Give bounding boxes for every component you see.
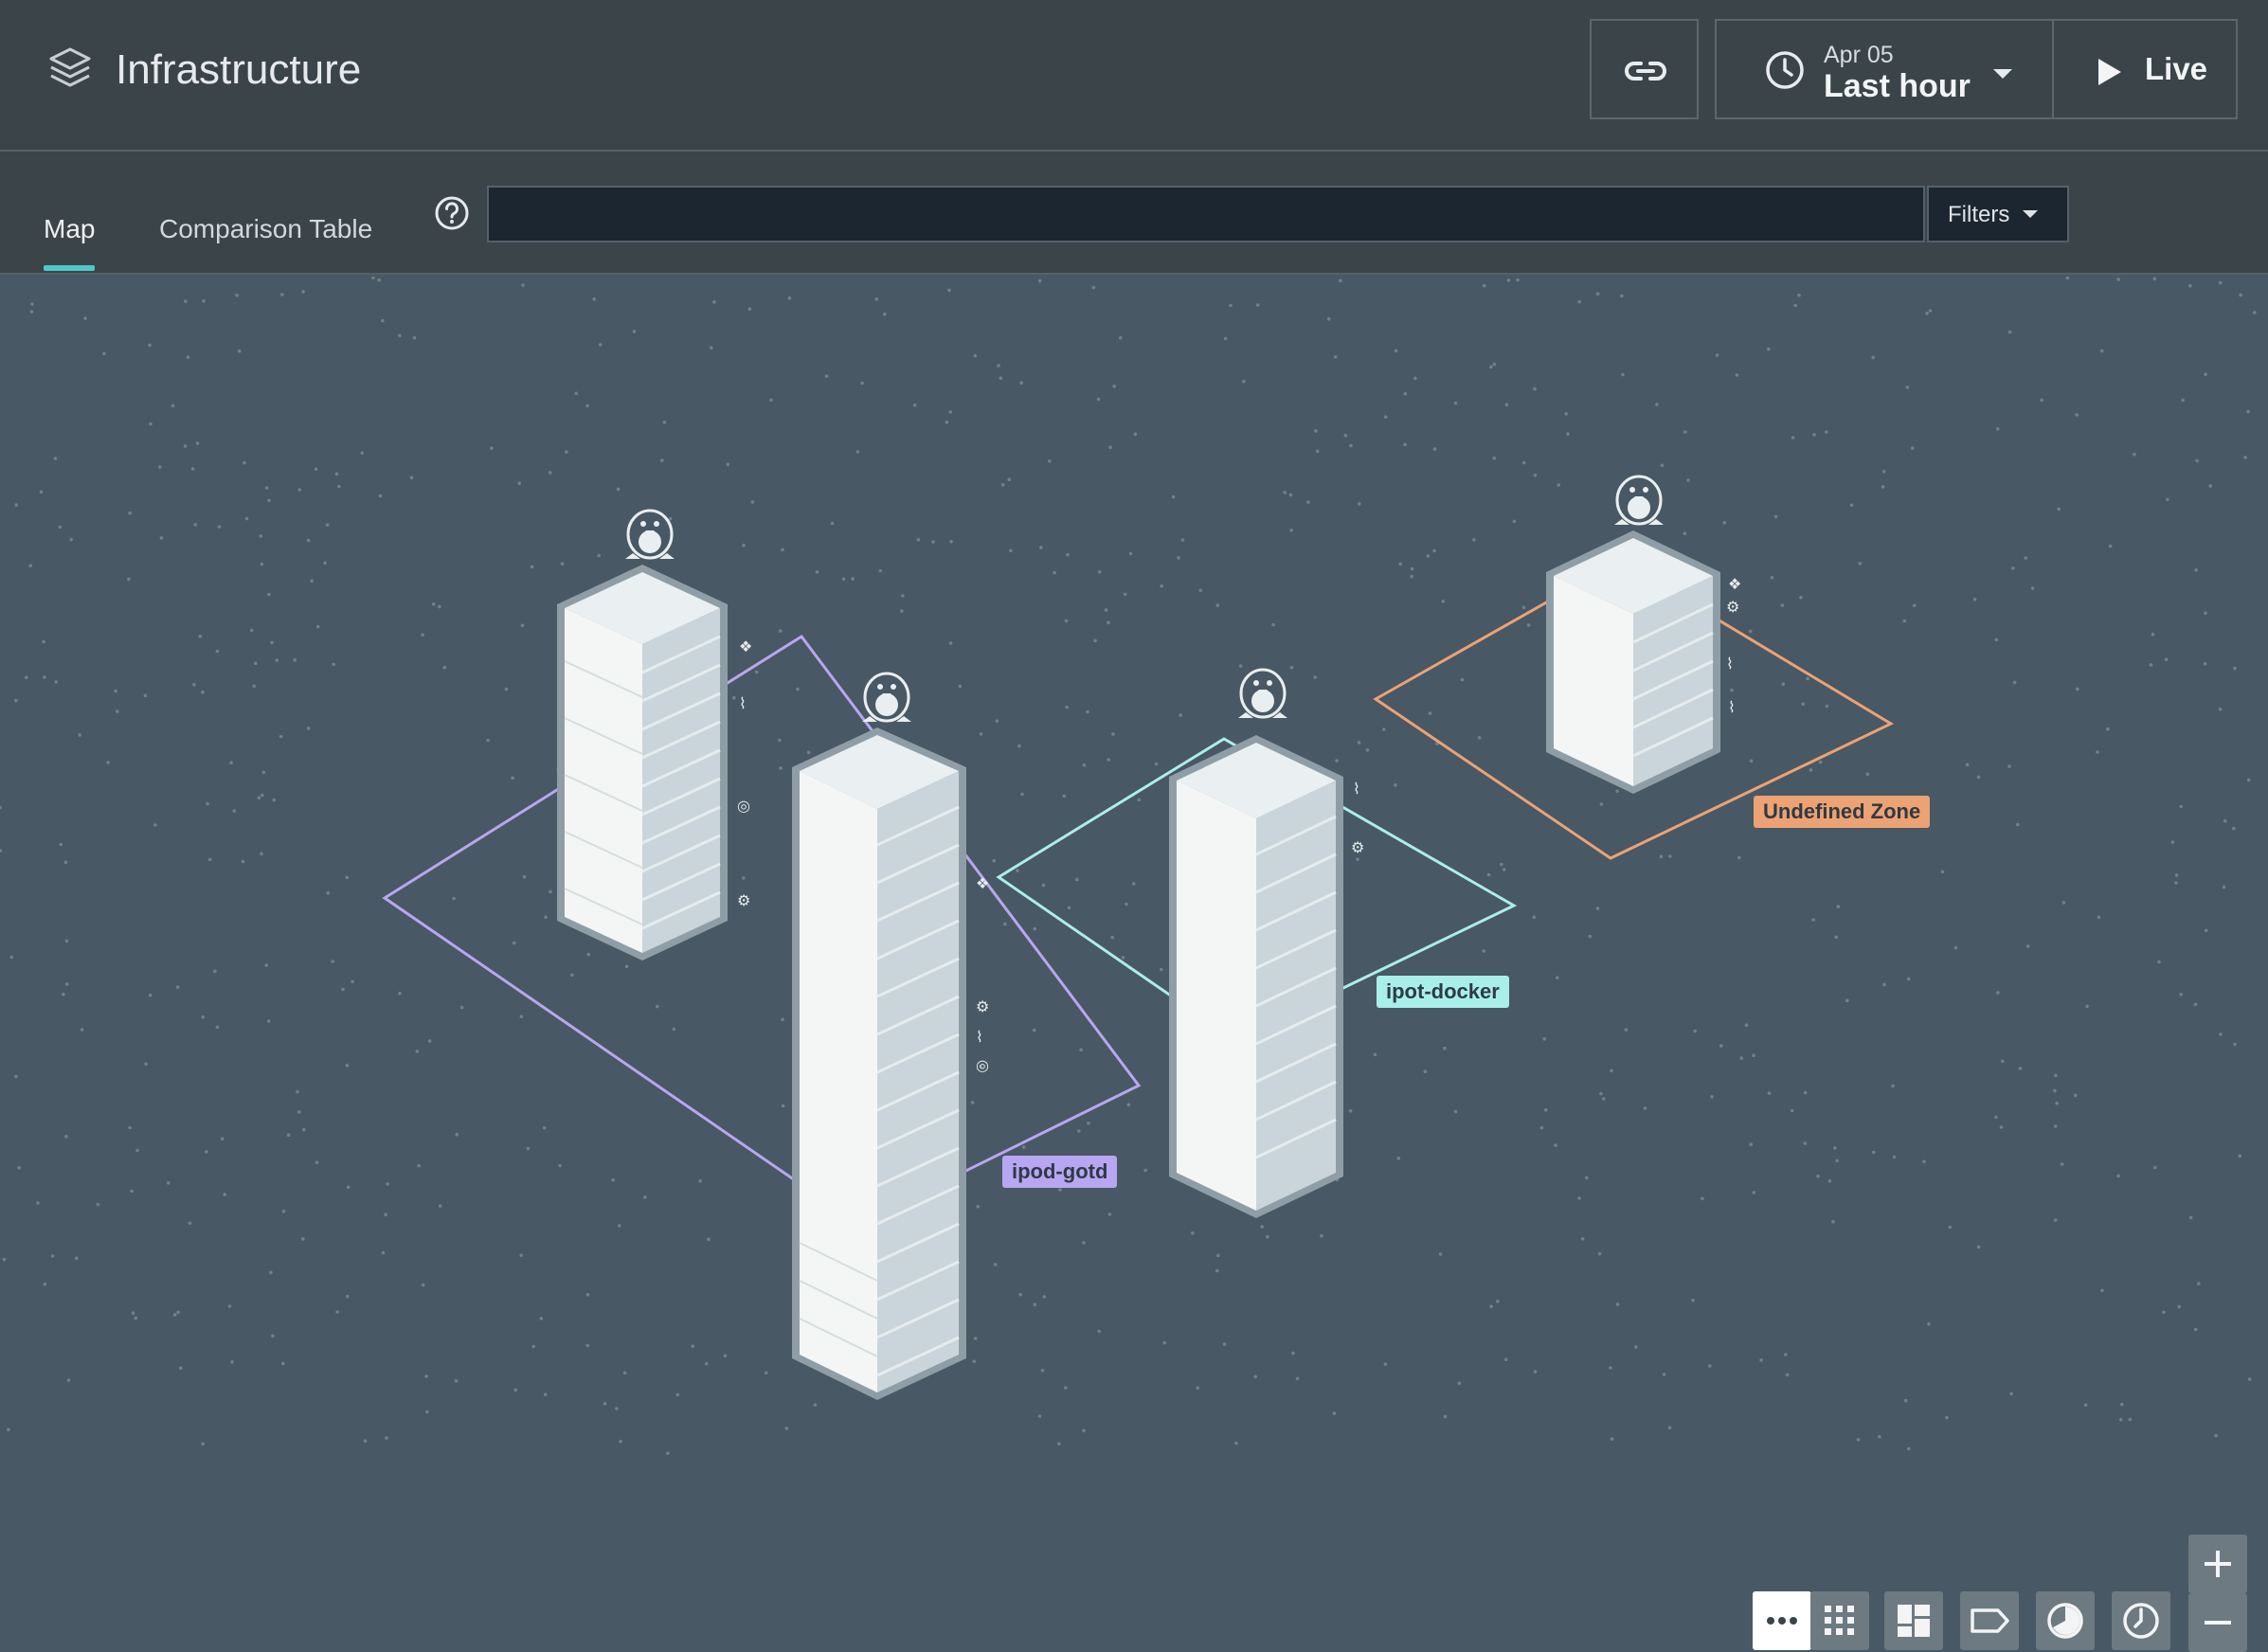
svg-text:⌇: ⌇ xyxy=(1353,780,1360,798)
svg-text:◎: ◎ xyxy=(737,797,750,815)
history-toggle-button[interactable] xyxy=(2112,1591,2170,1650)
tab-map[interactable]: Map xyxy=(44,214,95,244)
time-range-selector[interactable]: Apr 05 Last hour xyxy=(1715,19,2054,119)
svg-text:❖: ❖ xyxy=(976,874,989,892)
svg-text:⚙: ⚙ xyxy=(976,997,989,1015)
host-server-tower[interactable]: ❖ ⚙ ⌇ ⌇ xyxy=(1546,475,1741,794)
link-icon xyxy=(1625,62,1666,81)
filters-label: Filters xyxy=(1948,202,2010,227)
tab-comparison-table[interactable]: Comparison Table xyxy=(159,214,372,244)
svg-text:⚙: ⚙ xyxy=(1351,838,1364,856)
zone-label-undefined-zone[interactable]: Undefined Zone xyxy=(1754,796,1931,828)
svg-text:❖: ❖ xyxy=(739,637,752,655)
svg-text:◎: ◎ xyxy=(976,1056,989,1074)
host-server-tower[interactable]: ❖ ⌇ ◎ ⚙ xyxy=(557,509,752,961)
page-title: Infrastructure xyxy=(116,46,362,93)
infrastructure-map[interactable]: ❖ ⌇ ◎ ⚙ ❖ ⚙ ⌇ ◎ ⌇ ⚙ ❖ ⚙ ⌇ ⌇ ipod-gotd ip… xyxy=(0,277,2268,1652)
chevron-down-icon xyxy=(1993,69,2012,79)
zoom-in-button[interactable] xyxy=(2188,1535,2247,1593)
host-server-tower[interactable]: ⌇⚙ xyxy=(1169,668,1364,1218)
svg-text:❖: ❖ xyxy=(1728,575,1741,593)
host-server-tower[interactable]: ❖ ⚙ ⌇ ◎ xyxy=(792,672,989,1400)
linux-penguin-icon xyxy=(860,672,913,724)
svg-text:⌇: ⌇ xyxy=(976,1028,983,1046)
map-background-dots xyxy=(0,277,2257,1455)
block-layout-button[interactable] xyxy=(1884,1591,1943,1650)
copy-link-button[interactable] xyxy=(1590,19,1699,119)
grid-icon xyxy=(1825,1606,1854,1635)
zoom-out-icon xyxy=(2205,1621,2231,1625)
search-input[interactable] xyxy=(487,186,1925,242)
play-icon xyxy=(2098,59,2121,85)
zone-label-ipod-gotd[interactable]: ipod-gotd xyxy=(1002,1156,1118,1188)
grid-view-button[interactable] xyxy=(1810,1591,1869,1650)
blocks-icon xyxy=(1898,1605,1930,1637)
tag-icon xyxy=(1971,1608,2009,1633)
active-tab-indicator xyxy=(44,265,95,271)
zone-label-ipot-docker[interactable]: ipot-docker xyxy=(1377,976,1509,1008)
svg-text:⚙: ⚙ xyxy=(1726,598,1739,616)
clock-icon xyxy=(2123,1603,2159,1639)
chevron-down-icon xyxy=(2023,210,2038,218)
more-options-button[interactable] xyxy=(1753,1591,1811,1650)
linux-penguin-icon xyxy=(623,509,676,561)
metrics-toggle-button[interactable] xyxy=(2036,1591,2095,1650)
svg-text:⌇: ⌇ xyxy=(1728,698,1736,716)
help-icon[interactable] xyxy=(434,195,470,231)
pie-icon xyxy=(2047,1603,2083,1639)
labels-toggle-button[interactable] xyxy=(1960,1591,2019,1650)
live-button[interactable]: Live xyxy=(2052,19,2238,119)
svg-text:⌇: ⌇ xyxy=(739,694,747,712)
top-bar: Infrastructure Apr 05 Last hour Live xyxy=(0,0,2268,152)
layers-icon xyxy=(49,47,91,87)
time-range-label: Last hour xyxy=(1824,68,1971,104)
live-label: Live xyxy=(2145,51,2208,86)
zoom-out-button[interactable] xyxy=(2188,1593,2247,1652)
filters-button[interactable]: Filters xyxy=(1927,186,2069,242)
clock-icon xyxy=(1766,51,1804,89)
more-dots-icon xyxy=(1767,1617,1797,1625)
view-toolbar: Map Comparison Table Filters xyxy=(0,152,2268,275)
time-date: Apr 05 xyxy=(1824,42,1894,68)
zone-ipod-gotd[interactable] xyxy=(382,634,1142,1226)
svg-text:⌇: ⌇ xyxy=(1726,655,1734,673)
linux-penguin-icon xyxy=(1236,668,1289,720)
linux-penguin-icon xyxy=(1612,475,1665,527)
zoom-in-icon xyxy=(2205,1551,2231,1577)
svg-text:⚙: ⚙ xyxy=(737,891,750,909)
